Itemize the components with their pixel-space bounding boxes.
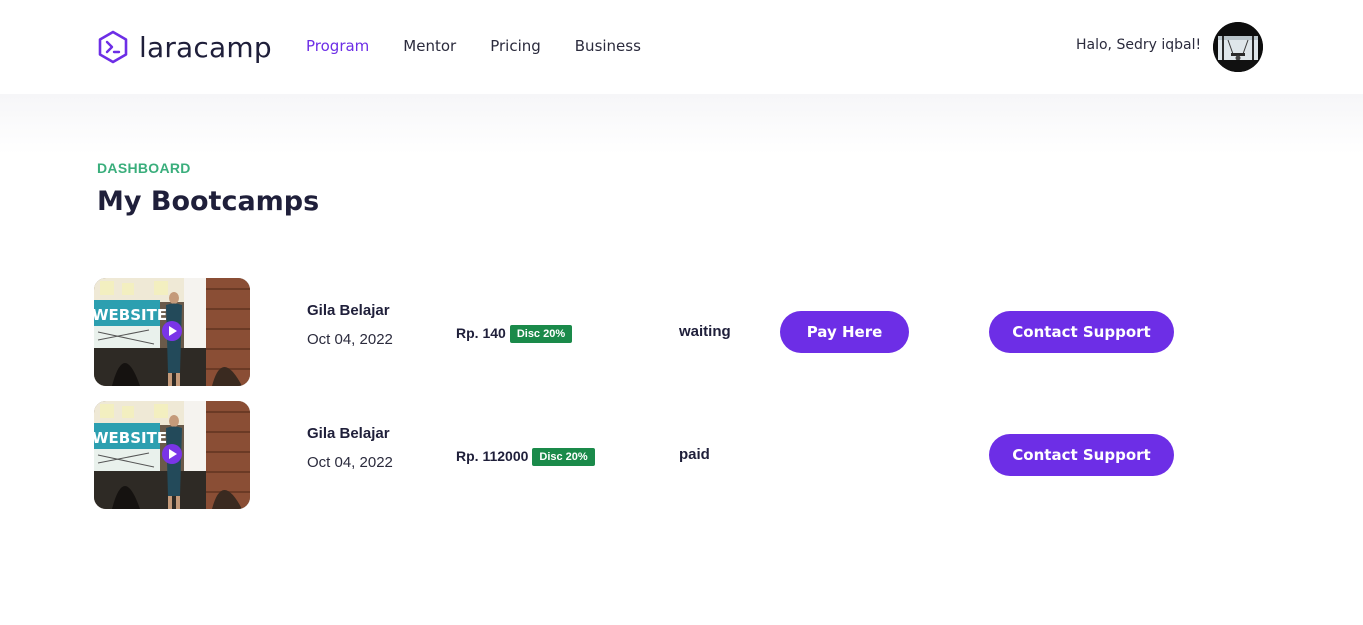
main-nav: Program Mentor Pricing Business (306, 37, 675, 55)
bootcamp-row: WEBSITE Gila Belajar Oct 04, 2022 Rp. 11… (94, 401, 1194, 509)
navbar: laracamp Program Mentor Pricing Business… (0, 0, 1363, 94)
payment-status: paid (679, 446, 710, 463)
pay-here-button[interactable]: Pay Here (780, 311, 909, 353)
thumbnail-text: WEBSITE (94, 306, 167, 324)
nav-business[interactable]: Business (575, 37, 641, 55)
laracamp-logo-icon (97, 30, 129, 64)
price-value: Rp. 112000 (456, 448, 529, 464)
avatar[interactable] (1213, 22, 1263, 72)
contact-support-button[interactable]: Contact Support (989, 311, 1174, 353)
bootcamp-thumbnail[interactable]: WEBSITE (94, 278, 250, 386)
discount-badge: Disc 20% (532, 448, 595, 466)
bootcamp-thumbnail[interactable]: WEBSITE (94, 401, 250, 509)
nav-program[interactable]: Program (306, 37, 369, 55)
payment-status: waiting (679, 323, 731, 340)
user-greeting: Halo, Sedry iqbal! (1076, 37, 1202, 53)
contact-support-button[interactable]: Contact Support (989, 434, 1174, 476)
bootcamp-name: Gila Belajar (307, 425, 390, 442)
brand-name: laracamp (139, 30, 272, 64)
price-value: Rp. 140 (456, 325, 506, 341)
page-title: My Bootcamps (97, 186, 320, 217)
bootcamp-date: Oct 04, 2022 (307, 454, 393, 471)
bootcamp-row: WEBSITE Gila Belajar Oct 04, 2022 Rp. 14… (94, 278, 1194, 386)
page-eyebrow: DASHBOARD (97, 160, 191, 176)
discount-badge: Disc 20% (509, 325, 573, 343)
nav-mentor[interactable]: Mentor (403, 37, 456, 55)
bootcamp-price: Rp. 140 Disc 20% (456, 323, 573, 343)
header-shadow (0, 94, 1363, 154)
brand[interactable]: laracamp (97, 30, 272, 64)
bootcamp-name: Gila Belajar (307, 302, 390, 319)
thumbnail-text: WEBSITE (94, 429, 167, 447)
bootcamp-price: Rp. 112000 Disc 20% (456, 446, 595, 466)
bootcamp-date: Oct 04, 2022 (307, 331, 393, 348)
nav-pricing[interactable]: Pricing (490, 37, 541, 55)
